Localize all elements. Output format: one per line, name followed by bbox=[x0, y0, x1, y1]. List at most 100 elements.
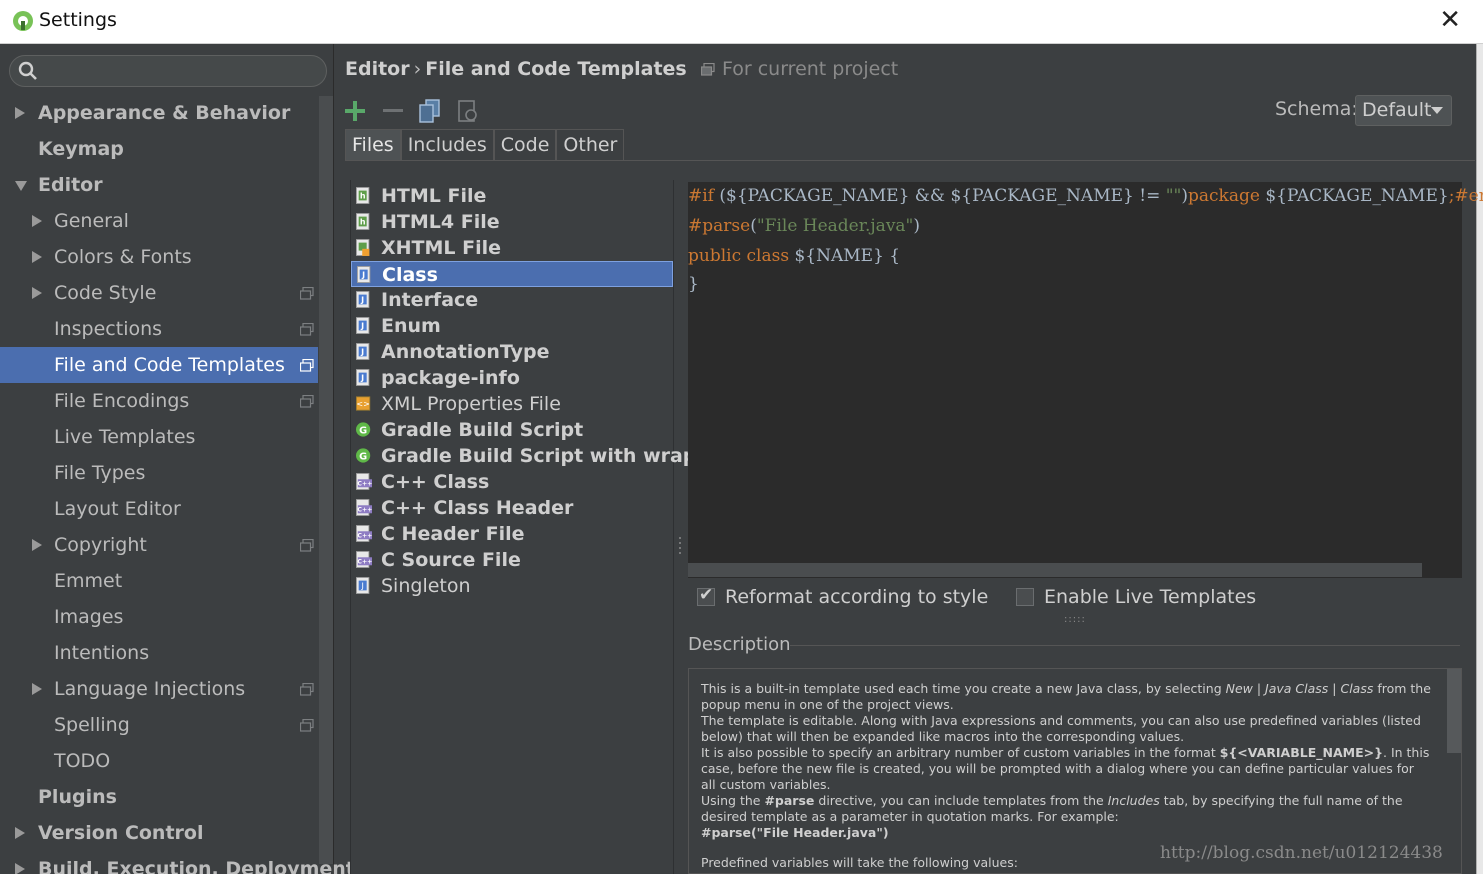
description-paragraph: Using the #parse directive, you can incl… bbox=[701, 793, 1403, 824]
resize-grip-icon[interactable]: ::::: bbox=[1064, 614, 1086, 625]
chevron-right-icon[interactable] bbox=[15, 107, 25, 119]
description-scrollbar[interactable] bbox=[1447, 669, 1461, 753]
editor-horizontal-scrollbar[interactable] bbox=[688, 563, 1422, 577]
breadcrumb-parent[interactable]: Editor bbox=[345, 58, 410, 80]
sidebar-item[interactable]: General bbox=[0, 203, 318, 239]
tab-other[interactable]: Other bbox=[556, 129, 625, 161]
sidebar-item[interactable]: File Types bbox=[0, 455, 318, 491]
search-input[interactable] bbox=[9, 55, 327, 87]
template-item[interactable]: Jpackage-info bbox=[351, 365, 673, 391]
svg-text:C++: C++ bbox=[357, 533, 372, 540]
sidebar-item[interactable]: Copyright bbox=[0, 527, 318, 563]
template-item[interactable]: J Interface bbox=[351, 287, 673, 313]
chevron-right-icon[interactable] bbox=[32, 539, 42, 551]
project-scope-icon bbox=[701, 62, 715, 76]
sidebar-item[interactable]: Inspections bbox=[0, 311, 318, 347]
template-item[interactable]: C++ C Header File bbox=[351, 521, 673, 547]
chevron-right-icon[interactable] bbox=[32, 683, 42, 695]
template-item-label: Enum bbox=[381, 315, 441, 337]
template-list: h HTML File h HTML4 File XHTML File J Class J In… bbox=[350, 180, 732, 874]
template-item[interactable]: h HTML4 File bbox=[351, 209, 673, 235]
check-icon: ✔ bbox=[699, 585, 714, 605]
title-bar: Settings ✕ bbox=[0, 0, 1483, 44]
sidebar-item[interactable]: Language Injections bbox=[0, 671, 318, 707]
window-title: Settings bbox=[39, 9, 117, 31]
copy-icon[interactable] bbox=[417, 98, 443, 124]
sidebar-item[interactable]: Keymap bbox=[0, 131, 318, 167]
minus-icon[interactable] bbox=[380, 98, 406, 124]
reformat-checkbox[interactable]: ✔ bbox=[697, 585, 715, 606]
chevron-right-icon[interactable] bbox=[15, 863, 25, 874]
template-item[interactable]: C++ C Source File bbox=[351, 547, 673, 573]
sidebar-item[interactable]: File and Code Templates bbox=[0, 347, 318, 383]
template-item[interactable]: J Singleton bbox=[351, 573, 673, 599]
sidebar-item[interactable]: Appearance & Behavior bbox=[0, 95, 318, 131]
svg-text:<>: <> bbox=[356, 400, 369, 409]
sidebar-item[interactable]: Editor bbox=[0, 167, 318, 203]
sidebar-item[interactable]: Colors & Fonts bbox=[0, 239, 318, 275]
template-tabs: Files Includes Code Other bbox=[345, 129, 625, 161]
template-editor[interactable]: #if (${PACKAGE_NAME} && ${PACKAGE_NAME} … bbox=[688, 182, 1483, 578]
template-item[interactable]: G Gradle Build Script with wrapper bbox=[351, 443, 732, 469]
sidebar-item-label: File and Code Templates bbox=[54, 354, 285, 376]
sidebar-item[interactable]: Code Style bbox=[0, 275, 318, 311]
template-item[interactable]: C++ C++ Class bbox=[351, 469, 673, 495]
sidebar-item[interactable]: Images bbox=[0, 599, 318, 635]
sidebar-item[interactable]: Version Control bbox=[0, 815, 318, 851]
sidebar-item[interactable]: File Encodings bbox=[0, 383, 318, 419]
live-templates-option[interactable]: Enable Live Templates bbox=[1016, 586, 1256, 608]
close-icon[interactable]: ✕ bbox=[1439, 7, 1461, 33]
template-item-label: HTML File bbox=[381, 185, 487, 207]
search-icon bbox=[18, 61, 37, 80]
sidebar-scrollbar[interactable] bbox=[319, 96, 333, 864]
cpp-file-icon: C++ bbox=[356, 525, 372, 542]
template-item[interactable]: h HTML File bbox=[351, 183, 673, 209]
reset-icon[interactable] bbox=[455, 98, 481, 124]
splitter-handle[interactable] bbox=[678, 536, 682, 558]
sidebar-item[interactable]: Live Templates bbox=[0, 419, 318, 455]
schema-label: Schema: bbox=[1275, 98, 1358, 120]
reformat-option[interactable]: ✔ Reformat according to style bbox=[697, 585, 988, 608]
schema-dropdown[interactable]: Default bbox=[1355, 95, 1452, 126]
code-line-2: #parse("File Header.java") bbox=[688, 216, 921, 236]
sidebar-item[interactable]: Layout Editor bbox=[0, 491, 318, 527]
chevron-right-icon[interactable] bbox=[32, 215, 42, 227]
sidebar-item[interactable]: Build, Execution, Deployment bbox=[0, 851, 355, 874]
live-templates-label: Enable Live Templates bbox=[1044, 586, 1257, 608]
live-templates-checkbox[interactable] bbox=[1016, 588, 1034, 606]
chevron-right-icon[interactable] bbox=[32, 287, 42, 299]
template-item[interactable]: <> XML Properties File bbox=[351, 391, 673, 417]
tab-code[interactable]: Code bbox=[493, 129, 557, 161]
scope-label: For current project bbox=[721, 58, 899, 80]
code-line-1: #if (${PACKAGE_NAME} && ${PACKAGE_NAME} … bbox=[688, 186, 1483, 206]
sidebar-item[interactable]: TODO bbox=[0, 743, 318, 779]
template-item[interactable]: J AnnotationType bbox=[351, 339, 673, 365]
sidebar-item-label: Images bbox=[54, 606, 124, 628]
java-file-icon: J bbox=[356, 291, 370, 308]
sidebar-item[interactable]: Plugins bbox=[0, 779, 318, 815]
sidebar-item-label: Copyright bbox=[54, 534, 147, 556]
sidebar-item[interactable]: Intentions bbox=[0, 635, 318, 671]
tab-files[interactable]: Files bbox=[345, 129, 401, 161]
tab-includes[interactable]: Includes bbox=[400, 129, 494, 161]
template-item-label: AnnotationType bbox=[381, 341, 550, 363]
java-file-icon: J bbox=[356, 343, 370, 360]
description-paragraph: This is a built-in template used each ti… bbox=[701, 681, 1431, 712]
template-item[interactable]: J Enum bbox=[351, 313, 673, 339]
template-item[interactable]: C++ C++ Class Header bbox=[351, 495, 673, 521]
svg-text:G: G bbox=[359, 426, 367, 437]
html-file-icon: h bbox=[356, 187, 370, 204]
sidebar-item-label: Keymap bbox=[38, 138, 124, 160]
template-item[interactable]: XHTML File bbox=[351, 235, 673, 261]
description-heading: Description bbox=[688, 634, 791, 655]
sidebar-item[interactable]: Spelling bbox=[0, 707, 318, 743]
svg-text:h: h bbox=[360, 192, 366, 201]
sidebar-item[interactable]: Emmet bbox=[0, 563, 318, 599]
template-item[interactable]: J Class bbox=[351, 261, 673, 287]
chevron-right-icon[interactable] bbox=[15, 827, 25, 839]
chevron-right-icon[interactable] bbox=[32, 251, 42, 263]
svg-text:J: J bbox=[360, 322, 364, 331]
template-item[interactable]: G Gradle Build Script bbox=[351, 417, 673, 443]
plus-icon[interactable] bbox=[342, 98, 368, 124]
chevron-down-icon[interactable] bbox=[15, 181, 27, 191]
